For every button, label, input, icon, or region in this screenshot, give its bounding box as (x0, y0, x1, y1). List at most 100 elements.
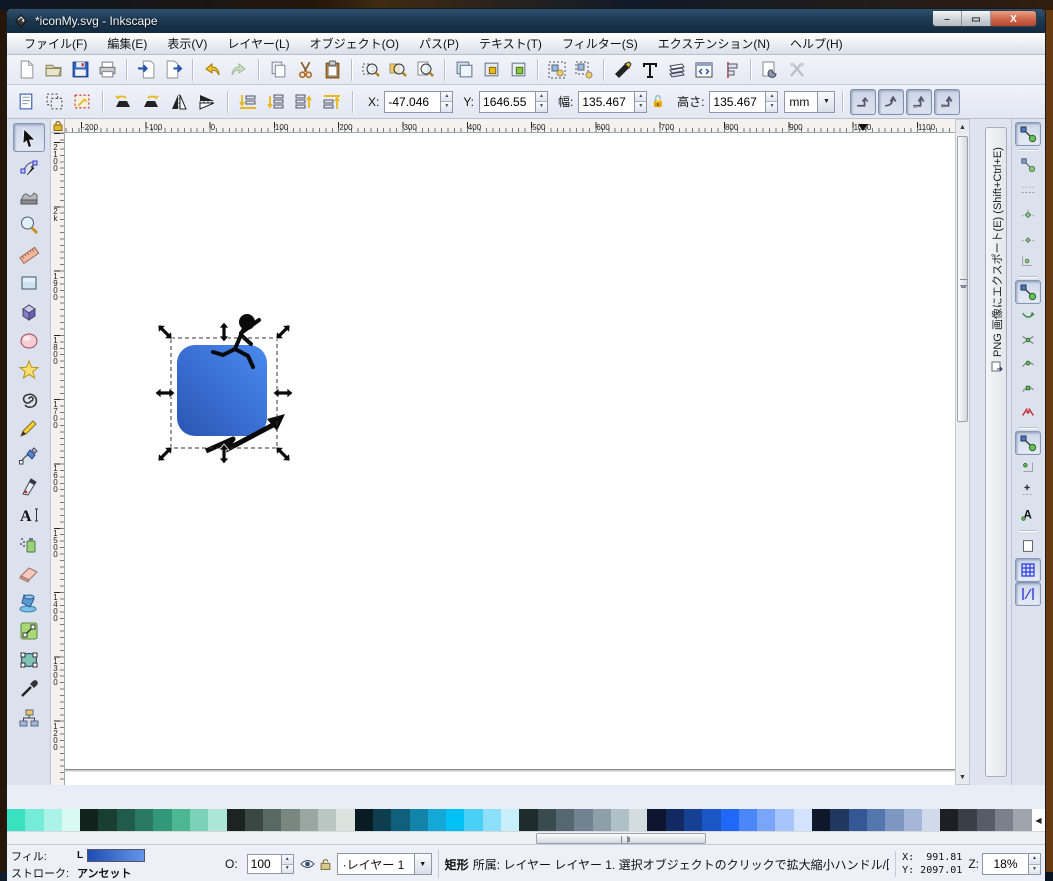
snap-guides-toggle[interactable] (1014, 582, 1041, 606)
layer-lock-icon[interactable] (320, 858, 331, 870)
layer-dropdown-arrow-icon[interactable]: ▼ (414, 853, 432, 875)
ruler-corner[interactable] (51, 119, 65, 133)
open-button[interactable] (40, 57, 66, 83)
minimize-button[interactable]: – (933, 11, 962, 26)
palette-swatch[interactable] (299, 809, 319, 831)
snap-bbox-centers-button[interactable] (1015, 249, 1041, 273)
tool-mesh-gradient[interactable] (13, 645, 45, 674)
zoom-spinner[interactable]: ▲ ▼ (1028, 853, 1041, 875)
y-spinner[interactable]: ▲ ▼ (535, 90, 549, 113)
horizontal-ruler[interactable]: -200 -100 0 100 200 300 400 500 600 700 800 900 1000… (65, 119, 955, 133)
snap-object-centers-button[interactable] (1015, 455, 1041, 479)
tool-measure[interactable] (13, 239, 45, 268)
y-input[interactable] (479, 90, 536, 113)
height-input[interactable] (709, 90, 766, 113)
palette-swatch[interactable] (812, 809, 831, 831)
select-all-button[interactable] (13, 89, 39, 115)
print-button[interactable] (94, 57, 120, 83)
palette-swatch[interactable] (25, 809, 44, 831)
rotate-cw-button[interactable] (138, 89, 164, 115)
text-dialog-button[interactable] (637, 57, 663, 83)
palette-swatch[interactable] (610, 809, 630, 831)
snap-bbox-edge-midpoints-button[interactable] (1015, 225, 1041, 249)
palette-swatch[interactable] (940, 809, 959, 831)
palette-swatch[interactable] (976, 809, 996, 831)
snap-text-baseline-button[interactable]: A (1015, 503, 1041, 527)
palette-swatch[interactable] (995, 809, 1014, 831)
tool-star[interactable] (13, 355, 45, 384)
lower-to-bottom-button[interactable] (235, 89, 261, 115)
tool-text[interactable]: A (13, 500, 45, 529)
palette-swatch[interactable] (793, 809, 813, 831)
snap-smooth-nodes-button[interactable] (1015, 376, 1041, 400)
vertical-scrollbar[interactable]: ▲ ▼ (955, 119, 970, 785)
menu-item[interactable]: エクステンション(N) (649, 33, 779, 54)
tool-ellipse[interactable] (13, 326, 45, 355)
snap-line-midpoints-button[interactable] (1015, 400, 1041, 424)
tool-gradient[interactable] (13, 616, 45, 645)
palette-swatch[interactable] (482, 809, 502, 831)
palette-swatch[interactable] (208, 809, 227, 831)
palette-swatch[interactable] (318, 809, 337, 831)
close-button[interactable]: X (991, 11, 1036, 26)
align-distribute-button[interactable] (718, 57, 744, 83)
tool-paint-bucket[interactable] (13, 587, 45, 616)
save-button[interactable] (67, 57, 93, 83)
palette-swatch[interactable] (866, 809, 886, 831)
affect-pattern-toggle[interactable] (934, 88, 961, 115)
snap-master-toggle[interactable] (1014, 122, 1041, 146)
tool-bezier-pen[interactable] (13, 442, 45, 471)
ungroup-button[interactable] (571, 57, 597, 83)
affect-gradient-toggle[interactable] (906, 88, 933, 115)
palette-swatch[interactable] (281, 809, 300, 831)
duplicate-button[interactable] (451, 57, 477, 83)
canvas[interactable] (65, 133, 955, 785)
palette-swatch[interactable] (263, 809, 282, 831)
palette-swatch[interactable] (61, 809, 81, 831)
snap-bbox-edges-button[interactable] (1015, 177, 1041, 201)
palette-swatch[interactable] (885, 809, 904, 831)
flip-vertical-button[interactable] (194, 89, 220, 115)
raise-to-top-button[interactable] (319, 89, 345, 115)
selected-object-group[interactable] (151, 299, 301, 469)
rotate-ccw-button[interactable] (110, 89, 136, 115)
width-spinner[interactable]: ▲ ▼ (634, 90, 648, 113)
menu-item[interactable]: オブジェクト(O) (301, 33, 408, 54)
palette-swatch[interactable] (958, 809, 977, 831)
zoom-input[interactable] (982, 853, 1028, 875)
zoom-drawing-button[interactable] (385, 57, 411, 83)
tool-pencil[interactable] (13, 413, 45, 442)
export-button[interactable] (160, 57, 186, 83)
xml-editor-button[interactable] (691, 57, 717, 83)
unlink-clone-button[interactable] (505, 57, 531, 83)
palette-swatch[interactable] (647, 809, 666, 831)
palette-swatch[interactable] (574, 809, 593, 831)
palette-swatch[interactable] (391, 809, 410, 831)
snap-bbox-corners-button[interactable] (1015, 201, 1041, 225)
palette-swatch[interactable] (848, 809, 867, 831)
tool-rectangle[interactable] (13, 268, 45, 297)
palette-swatch[interactable] (757, 809, 776, 831)
snap-paths-button[interactable] (1015, 304, 1041, 328)
palette-swatch[interactable] (665, 809, 684, 831)
tool-tweak[interactable] (13, 181, 45, 210)
scroll-up-icon[interactable]: ▲ (956, 120, 969, 134)
create-clone-button[interactable] (478, 57, 504, 83)
tool-spray[interactable] (13, 529, 45, 558)
palette-swatch[interactable] (226, 809, 245, 831)
palette-swatch[interactable] (592, 809, 611, 831)
palette-swatch[interactable] (336, 809, 355, 831)
palette-scroll-left-icon[interactable]: ◀ (1032, 809, 1045, 831)
opacity-spinner[interactable]: ▲ ▼ (280, 854, 294, 874)
tool-connector[interactable] (13, 703, 45, 732)
maximize-button[interactable]: ▭ (962, 11, 991, 26)
palette-swatch[interactable] (427, 809, 447, 831)
palette-swatch[interactable] (43, 809, 62, 831)
lower-button[interactable] (263, 89, 289, 115)
affect-stroke-toggle[interactable] (850, 88, 877, 115)
height-spinner[interactable]: ▲ ▼ (765, 90, 779, 113)
palette-swatch[interactable] (903, 809, 922, 831)
palette-scrollbar[interactable] (7, 831, 1045, 845)
palette-swatch[interactable] (702, 809, 721, 831)
fill-stroke-indicator[interactable]: フィル: L ストローク: アンセット (11, 848, 219, 881)
